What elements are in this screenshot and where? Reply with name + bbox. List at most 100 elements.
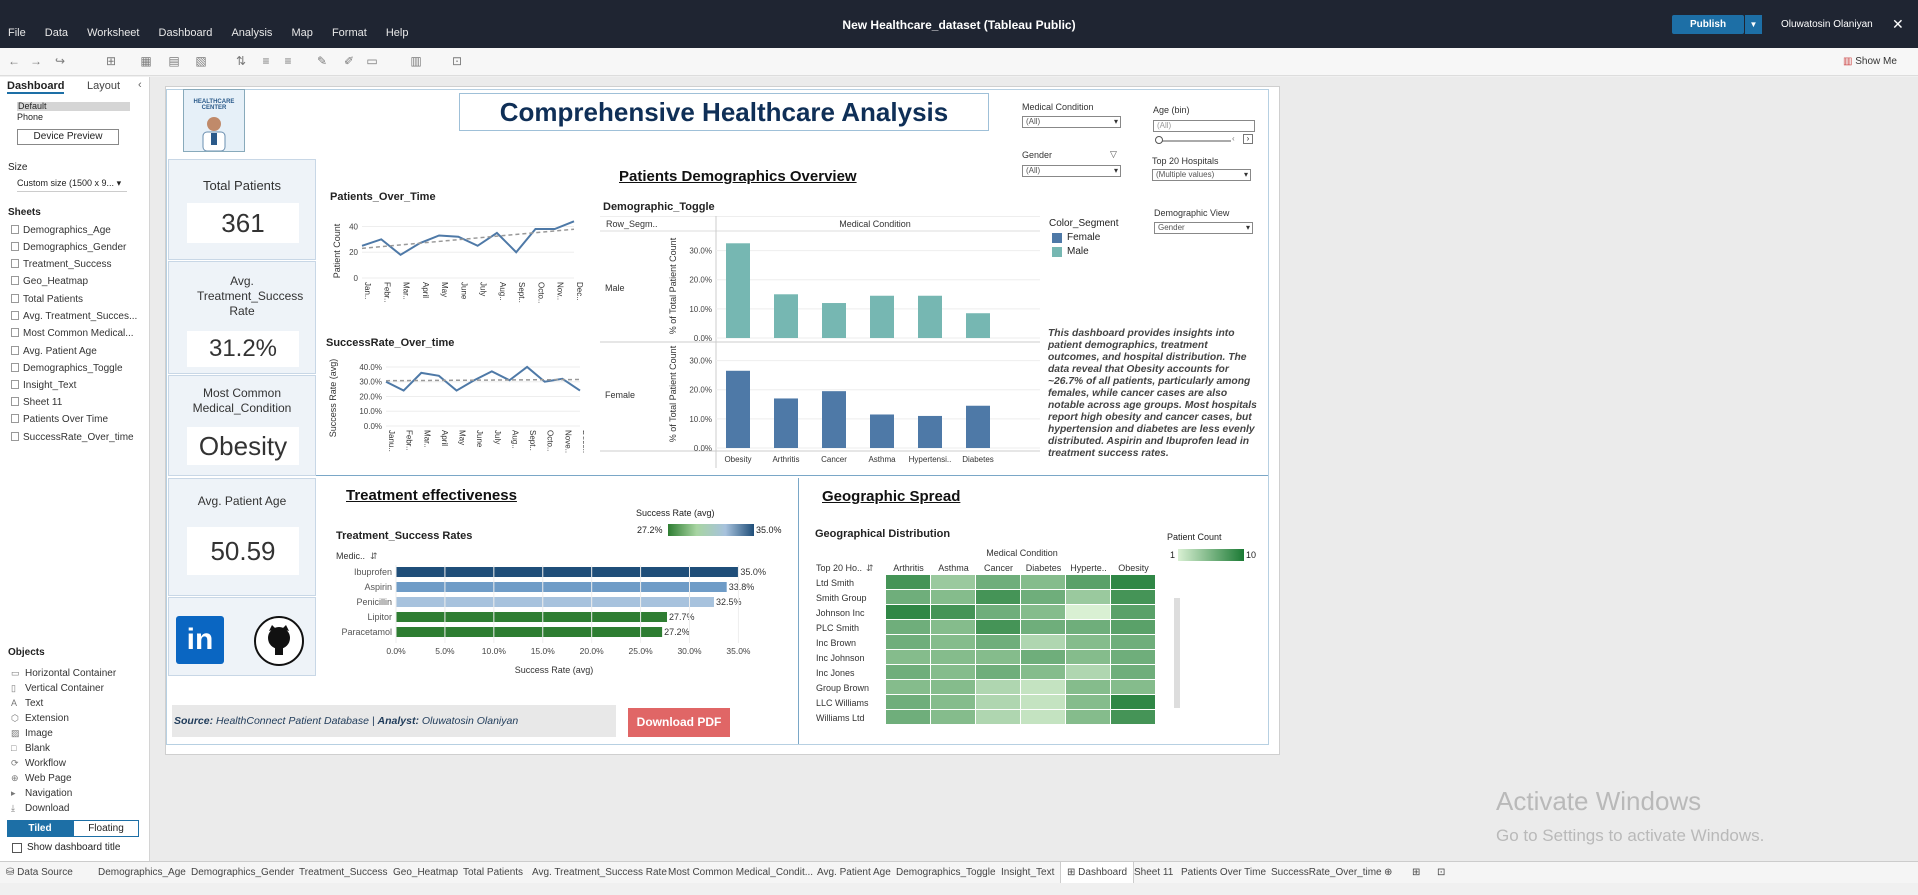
- filter-icon[interactable]: ▽: [1110, 149, 1117, 160]
- sheet-item[interactable]: Demographics_Age: [11, 225, 111, 236]
- tab-sheet[interactable]: Patients Over Time: [1181, 867, 1266, 878]
- show-cards-icon[interactable]: ▥: [408, 54, 424, 68]
- device-preview-button[interactable]: Device Preview: [17, 129, 119, 145]
- filter-demographic-view[interactable]: Gender: [1154, 222, 1253, 234]
- sheet-item[interactable]: Total Patients: [11, 294, 83, 305]
- object-label: Text: [25, 698, 44, 709]
- filter-gender[interactable]: (All): [1022, 165, 1121, 177]
- tab-dashboard[interactable]: Dashboard: [7, 80, 65, 94]
- presentation-icon[interactable]: ⊡: [449, 54, 465, 68]
- download-pdf-button[interactable]: Download PDF: [628, 708, 730, 737]
- step-right-icon[interactable]: ›: [1243, 134, 1253, 144]
- collapse-icon[interactable]: ‹: [138, 79, 142, 91]
- object-navigation[interactable]: ▸ Navigation: [11, 788, 72, 799]
- tab-sheet[interactable]: SuccessRate_Over_time: [1271, 867, 1382, 878]
- object-blank[interactable]: □ Blank: [11, 743, 50, 754]
- device-default[interactable]: Default: [17, 102, 130, 111]
- data-label: 35.0%: [740, 567, 766, 577]
- show-title-checkbox[interactable]: [12, 843, 22, 853]
- tiled-toggle[interactable]: Tiled: [7, 820, 73, 837]
- back-icon[interactable]: ←: [6, 54, 22, 68]
- sheets-label: Sheets: [8, 207, 41, 218]
- sheet-item[interactable]: Demographics_Gender: [11, 242, 126, 253]
- highlight-icon[interactable]: ✎: [314, 54, 330, 68]
- step-left-icon[interactable]: ‹: [1232, 134, 1235, 143]
- sheet-item[interactable]: Treatment_Success: [11, 259, 112, 270]
- sheet-item[interactable]: SuccessRate_Over_time: [11, 432, 134, 443]
- publish-dropdown-icon[interactable]: ▼: [1745, 15, 1762, 34]
- object-web-page[interactable]: ⊕ Web Page: [11, 773, 72, 784]
- tab-dashboard-active[interactable]: ⊞ Dashboard: [1060, 862, 1135, 883]
- sheet-item[interactable]: Avg. Patient Age: [11, 346, 97, 357]
- device-phone[interactable]: Phone: [17, 112, 43, 122]
- sheet-item[interactable]: Patients Over Time: [11, 414, 108, 425]
- redo-icon[interactable]: ↪: [52, 54, 68, 68]
- bar: [396, 567, 739, 577]
- object-label: Download: [25, 803, 70, 814]
- tab-sheet[interactable]: Avg. Treatment_Success Rate: [532, 867, 667, 878]
- kpi-avg-success: Avg. Treatment_Success Rate 31.2%: [168, 261, 316, 374]
- tab-sheet[interactable]: Most Common Medical_Condit...: [668, 867, 813, 878]
- new-sheet-icon[interactable]: ⊕: [1384, 867, 1392, 878]
- object-horizontal-container[interactable]: ▭ Horizontal Container: [11, 668, 116, 679]
- show-title-label: Show dashboard title: [27, 842, 121, 853]
- filter-top-hospitals[interactable]: (Multiple values): [1152, 169, 1251, 181]
- user-name[interactable]: Oluwatosin Olaniyan: [1781, 19, 1873, 30]
- show-me-button[interactable]: ▥ Show Me: [1843, 56, 1897, 67]
- size-label: Size: [8, 162, 28, 173]
- new-dashboard-icon[interactable]: ⊞: [1412, 867, 1420, 878]
- object-text[interactable]: A Text: [11, 698, 43, 709]
- sheet-item[interactable]: Avg. Treatment_Succes...: [11, 311, 137, 322]
- object-extension[interactable]: ⬡ Extension: [11, 713, 69, 724]
- sort-icon[interactable]: ⇵: [866, 563, 874, 573]
- sort-icon[interactable]: ⇵: [370, 551, 378, 561]
- object-vertical-container[interactable]: ▯ Vertical Container: [11, 683, 104, 694]
- object-image[interactable]: ▨ Image: [11, 728, 53, 739]
- clear-icon[interactable]: ▧: [193, 54, 209, 68]
- sort-asc-icon[interactable]: ≡: [258, 54, 274, 68]
- object-workflow[interactable]: ⟳ Workflow: [11, 758, 66, 769]
- sheet-icon: [11, 311, 19, 320]
- tab-sheet[interactable]: Demographics_Gender: [191, 867, 294, 878]
- filter-medical-condition[interactable]: (All): [1022, 116, 1121, 128]
- object-download[interactable]: ⤓ Download: [11, 803, 69, 814]
- sort-desc-icon[interactable]: ≡: [280, 54, 296, 68]
- close-icon[interactable]: ✕: [1892, 16, 1904, 33]
- swap-icon[interactable]: ⇅: [233, 54, 249, 68]
- tab-sheet[interactable]: Avg. Patient Age: [817, 867, 891, 878]
- annotate-icon[interactable]: ✐: [341, 54, 357, 68]
- tab-sheet[interactable]: Demographics_Age: [98, 867, 186, 878]
- tab-sheet[interactable]: Geo_Heatmap: [393, 867, 458, 878]
- floating-toggle[interactable]: Floating: [73, 820, 139, 837]
- tab-sheet[interactable]: Insight_Text: [1001, 867, 1054, 878]
- sheet-item[interactable]: Most Common Medical...: [11, 328, 134, 339]
- github-icon[interactable]: [254, 616, 304, 666]
- x-tick-label: Hypertensi..: [909, 455, 952, 464]
- sheet-item[interactable]: Geo_Heatmap: [11, 276, 88, 287]
- fit-icon[interactable]: ▭: [364, 54, 380, 68]
- new-datasource-icon[interactable]: ⊞: [103, 54, 119, 68]
- tab-data-source[interactable]: ⛁ Data Source: [6, 867, 73, 878]
- age-slider-track[interactable]: [1158, 140, 1231, 142]
- size-dropdown[interactable]: Custom size (1500 x 9... ▾: [17, 178, 127, 192]
- tab-sheet[interactable]: Treatment_Success: [299, 867, 388, 878]
- column-label: Asthma: [938, 563, 969, 573]
- tab-sheet[interactable]: Sheet 11: [1134, 867, 1173, 878]
- sheet-item[interactable]: Demographics_Toggle: [11, 363, 123, 374]
- publish-button[interactable]: Publish: [1672, 15, 1744, 34]
- age-slider-handle[interactable]: [1155, 136, 1163, 144]
- tab-sheet[interactable]: Total Patients: [463, 867, 523, 878]
- new-worksheet-icon[interactable]: ▦: [138, 54, 154, 68]
- sheet-item[interactable]: Sheet 11: [11, 397, 62, 408]
- new-story-icon[interactable]: ⊡: [1437, 867, 1445, 878]
- tab-sheet[interactable]: Demographics_Toggle: [896, 867, 996, 878]
- column-label: Diabetes: [1026, 563, 1062, 573]
- forward-icon[interactable]: →: [28, 54, 44, 68]
- sheet-item[interactable]: Insight_Text: [11, 380, 76, 391]
- geo-scrollbar[interactable]: [1174, 598, 1180, 708]
- linkedin-icon[interactable]: in: [176, 616, 224, 664]
- filter-age-input[interactable]: (All): [1153, 120, 1255, 132]
- duplicate-icon[interactable]: ▤: [166, 54, 182, 68]
- kpi-label: Avg. Treatment_Success Rate: [197, 274, 304, 318]
- tab-layout[interactable]: Layout: [87, 80, 120, 92]
